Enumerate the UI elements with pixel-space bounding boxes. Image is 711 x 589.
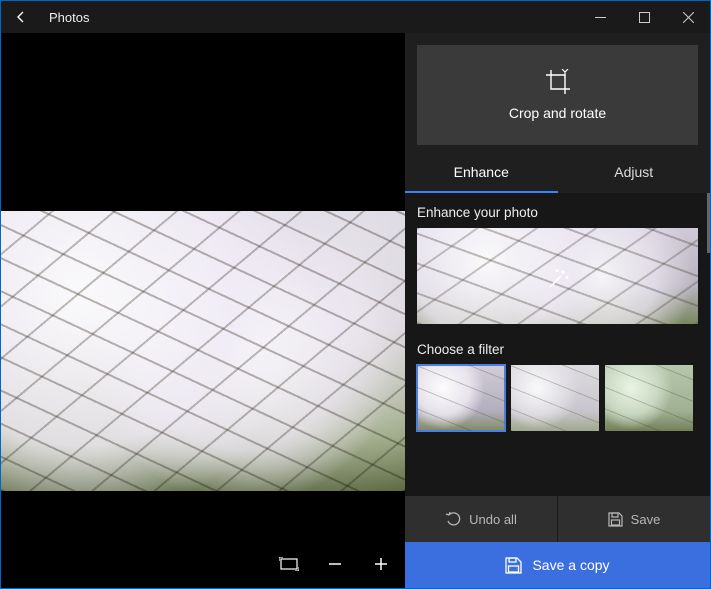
crop-icon (545, 69, 571, 95)
crop-label: Crop and rotate (509, 105, 606, 121)
back-button[interactable] (1, 1, 41, 33)
save-label: Save (631, 512, 661, 527)
maximize-icon (639, 12, 650, 23)
tab-adjust[interactable]: Adjust (558, 153, 711, 193)
minimize-icon (595, 12, 606, 23)
action-row: Undo all Save (405, 496, 710, 542)
filter-thumb-3[interactable] (605, 365, 693, 431)
filter-row (417, 365, 698, 431)
minus-icon (327, 556, 343, 572)
edit-sidebar: Crop and rotate Enhance Adjust Enhance y… (405, 33, 710, 588)
main: Crop and rotate Enhance Adjust Enhance y… (1, 33, 710, 588)
filter-thumb-original[interactable] (417, 365, 505, 431)
undo-label: Undo all (469, 512, 517, 527)
save-icon (608, 512, 623, 527)
enhance-section-label: Enhance your photo (417, 205, 698, 220)
save-a-copy-button[interactable]: Save a copy (405, 542, 710, 588)
enhance-panel: Enhance your photo Choose a filter (405, 193, 710, 496)
photo-area (1, 33, 405, 588)
save-button[interactable]: Save (558, 496, 710, 542)
maximize-button[interactable] (622, 1, 666, 33)
magic-wand-icon (545, 266, 571, 292)
undo-all-button[interactable]: Undo all (405, 496, 558, 542)
fit-icon (279, 557, 299, 571)
undo-icon (445, 511, 461, 527)
tab-enhance[interactable]: Enhance (405, 153, 558, 193)
zoom-out-button[interactable] (321, 550, 349, 578)
arrow-left-icon (13, 9, 29, 25)
photo-preview[interactable] (1, 211, 405, 491)
photo-canvas-pane (1, 33, 405, 588)
close-icon (683, 12, 694, 23)
filter-section-label: Choose a filter (417, 342, 698, 357)
enhance-your-photo-tile[interactable] (417, 228, 698, 324)
edit-tabs: Enhance Adjust (405, 153, 710, 193)
scrollbar[interactable] (707, 193, 710, 253)
save-copy-label: Save a copy (532, 557, 609, 573)
fit-to-screen-button[interactable] (275, 550, 303, 578)
crop-and-rotate-tile[interactable]: Crop and rotate (417, 45, 698, 145)
filter-thumb-2[interactable] (511, 365, 599, 431)
titlebar: Photos (1, 1, 710, 33)
close-button[interactable] (666, 1, 710, 33)
zoom-in-button[interactable] (367, 550, 395, 578)
save-copy-icon (505, 557, 522, 574)
plus-icon (373, 556, 389, 572)
app-title: Photos (49, 10, 89, 25)
zoom-toolbar (275, 550, 395, 578)
minimize-button[interactable] (578, 1, 622, 33)
